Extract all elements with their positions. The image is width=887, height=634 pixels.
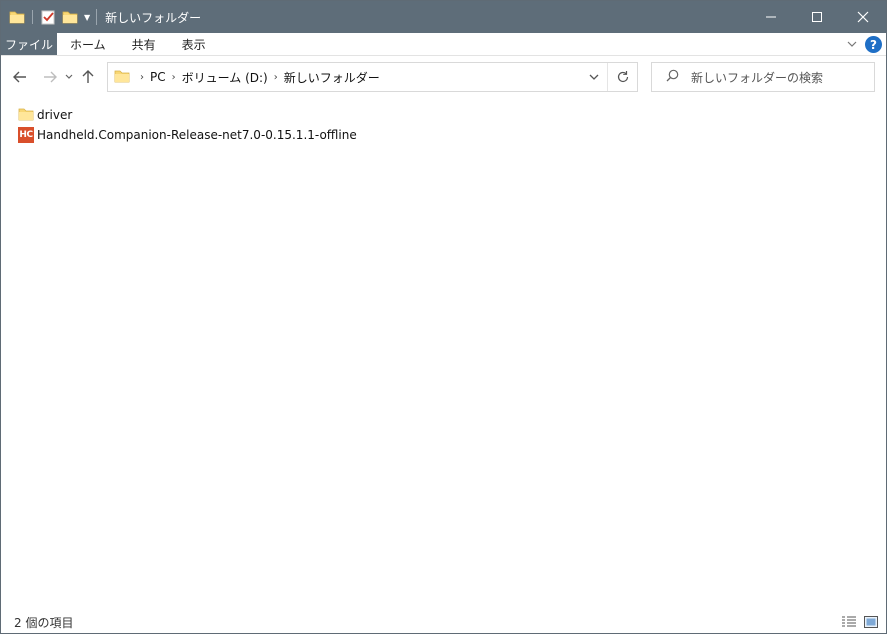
address-bar[interactable]: › PC › ボリューム (D:) › 新しいフォルダー: [107, 62, 638, 92]
breadcrumb-current-folder[interactable]: 新しいフォルダー: [284, 69, 380, 86]
toolbar-separator: [32, 10, 33, 24]
search-input[interactable]: 新しいフォルダーの検索: [691, 69, 823, 86]
breadcrumb-volume-d[interactable]: ボリューム (D:): [182, 69, 268, 86]
list-item[interactable]: HC Handheld.Companion-Release-net7.0-0.1…: [18, 125, 357, 145]
forward-button[interactable]: [39, 66, 61, 88]
navigation-bar: › PC › ボリューム (D:) › 新しいフォルダー 新しいフォルダーの検索: [1, 57, 886, 97]
tab-file[interactable]: ファイル: [1, 33, 57, 55]
window-title: 新しいフォルダー: [105, 10, 202, 25]
address-history-chevron-icon[interactable]: [582, 63, 606, 91]
folder-icon: [114, 68, 130, 87]
tab-home[interactable]: ホーム: [57, 33, 119, 55]
refresh-button[interactable]: [607, 63, 637, 91]
file-name: driver: [37, 108, 73, 122]
large-icons-view-icon[interactable]: [862, 614, 880, 630]
title-separator: [96, 9, 98, 25]
folder-app-icon: [9, 9, 25, 25]
explorer-window: ▼ 新しいフォルダー ファイル ホーム 共有 表示 ? › PC › ボリューム…: [0, 0, 887, 634]
up-button[interactable]: [77, 66, 99, 88]
list-item[interactable]: driver: [18, 105, 72, 125]
customize-toolbar-dropdown-icon[interactable]: ▼: [84, 13, 90, 22]
file-name: Handheld.Companion-Release-net7.0-0.15.1…: [37, 128, 357, 142]
details-view-icon[interactable]: [840, 614, 858, 630]
search-icon: [666, 69, 679, 86]
ribbon-tabs: ファイル ホーム 共有 表示 ?: [1, 33, 886, 56]
properties-icon[interactable]: [40, 9, 56, 25]
breadcrumb-pc[interactable]: PC: [150, 70, 166, 84]
file-list: driver HC Handheld.Companion-Release-net…: [1, 101, 886, 606]
folder-icon: [18, 106, 34, 125]
title-bar: ▼ 新しいフォルダー: [1, 1, 886, 33]
tab-view[interactable]: 表示: [169, 33, 219, 55]
view-switcher: [836, 614, 880, 630]
breadcrumb-separator-icon[interactable]: ›: [172, 72, 176, 83]
breadcrumb-separator-icon[interactable]: ›: [140, 72, 144, 83]
minimize-button[interactable]: [748, 1, 794, 33]
expand-ribbon-chevron-icon[interactable]: [847, 38, 857, 51]
status-bar: 2 個の項目: [1, 611, 886, 633]
quick-access-toolbar: ▼ 新しいフォルダー: [1, 1, 201, 33]
new-folder-icon[interactable]: [62, 9, 78, 25]
item-count: 2 個の項目: [14, 615, 74, 630]
maximize-button[interactable]: [794, 1, 840, 33]
tab-share[interactable]: 共有: [119, 33, 169, 55]
hc-app-icon: HC: [18, 127, 34, 143]
back-button[interactable]: [9, 66, 31, 88]
close-button[interactable]: [840, 1, 886, 33]
search-box[interactable]: 新しいフォルダーの検索: [651, 62, 875, 92]
ribbon-right-controls: ?: [847, 33, 882, 56]
recent-locations-chevron-icon[interactable]: [61, 66, 77, 88]
breadcrumb-separator-icon[interactable]: ›: [274, 72, 278, 83]
help-icon[interactable]: ?: [865, 36, 882, 53]
window-controls: [748, 1, 886, 33]
